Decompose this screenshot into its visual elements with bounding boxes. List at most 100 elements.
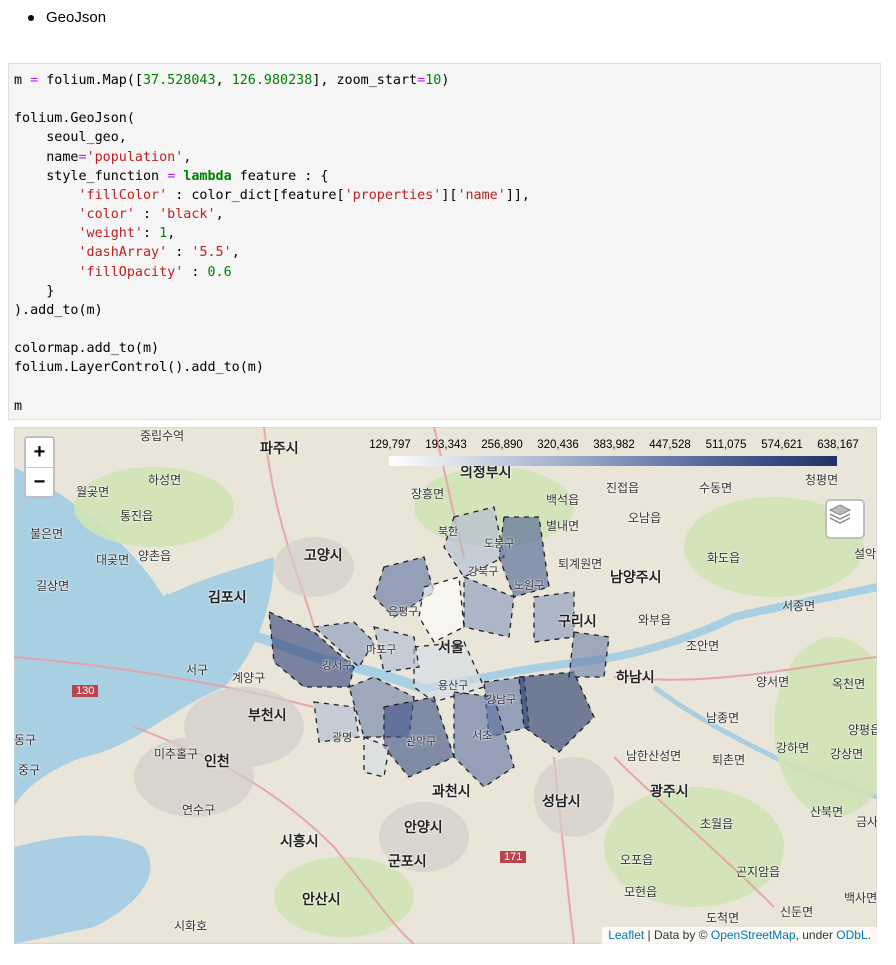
map-label: 진접읍: [606, 481, 640, 495]
map-label: 하남시: [616, 669, 655, 685]
legend-tick: 256,890: [481, 439, 523, 451]
code-line: }: [14, 283, 55, 299]
code-cell[interactable]: m = folium.Map([37.528043, 126.980238], …: [8, 63, 881, 420]
map-label: 서구: [186, 663, 209, 677]
map-label: 김포시: [208, 589, 247, 605]
map-label: 오포읍: [620, 853, 654, 867]
map-label: 미추홀구: [154, 747, 199, 761]
code-line: 'weight': 1,: [78, 226, 176, 242]
layer-control-button[interactable]: [825, 499, 865, 539]
map-label: 중구: [18, 763, 41, 777]
map-label: 대곶면: [96, 553, 130, 567]
map-label: 계양구: [232, 671, 266, 685]
map-label: 초월읍: [700, 817, 734, 831]
folium-map[interactable]: 중립수역 파주시 의정부시 하성면 월곶면 통진읍 장흥면 백석읍 진접읍 수동…: [14, 427, 877, 944]
map-label: 백사면: [844, 891, 877, 905]
colormap-legend: 129,797 193,343 256,890 320,436 383,982 …: [362, 439, 872, 471]
map-label: 통진읍: [120, 509, 154, 523]
route-shield: 171: [500, 851, 527, 863]
district-label: 북한: [438, 526, 459, 538]
code-text: m = folium.Map([37.528043, 126.980238], …: [9, 64, 880, 416]
map-label: 화도읍: [707, 551, 741, 565]
code-line: folium.LayerControl().add_to(m): [14, 360, 264, 376]
code-line: folium.GeoJson(: [14, 111, 135, 127]
legend-ticks: 129,797 193,343 256,890 320,436 383,982 …: [362, 439, 872, 451]
map-label: 장흥면: [411, 487, 445, 501]
zoom-in-button[interactable]: +: [26, 438, 53, 467]
map-label: 인천: [204, 753, 230, 769]
map-label: 부천시: [248, 707, 287, 723]
legend-tick: 320,436: [537, 439, 579, 451]
district-label: 은평구: [388, 606, 419, 618]
map-label: 파주시: [260, 440, 299, 456]
zoom-control: + −: [24, 436, 55, 498]
map-label: 시흥시: [280, 833, 319, 849]
code-line: colormap.add_to(m): [14, 341, 160, 357]
code-line: ).add_to(m): [14, 302, 103, 318]
map-label: 남한산성면: [626, 749, 682, 763]
map-label: 신둔면: [780, 905, 814, 919]
map-label: 산북면: [810, 805, 844, 819]
attribution-text: , under: [795, 928, 837, 942]
map-label: 구리시: [558, 613, 597, 629]
code-line: 'dashArray' : '5.5',: [78, 245, 240, 261]
map-label: 월곶면: [76, 485, 110, 499]
legend-tick: 638,167: [817, 439, 859, 451]
map-label: 하성면: [148, 473, 182, 487]
map-label: 양서면: [756, 675, 790, 689]
zoom-out-button[interactable]: −: [26, 467, 53, 497]
district-label: 강남구: [486, 694, 517, 706]
bullet-label: GeoJson: [46, 9, 107, 26]
code-line: seoul_geo,: [14, 130, 127, 146]
legend-tick: 193,343: [425, 439, 467, 451]
map-label: 퇴촌면: [712, 753, 746, 767]
openstreetmap-link[interactable]: OpenStreetMap: [711, 928, 796, 942]
district-label: 노원구: [514, 580, 545, 592]
district-label: 강서구: [322, 660, 353, 672]
map-label: 오남읍: [628, 511, 662, 525]
district-label: 서초: [472, 730, 493, 742]
map-label: 강하면: [776, 741, 810, 755]
district-label: 관악구: [406, 736, 437, 748]
district-label: 마포구: [366, 644, 397, 656]
route-shield: 130: [72, 685, 99, 697]
map-label: 광주시: [650, 783, 689, 799]
leaflet-link[interactable]: Leaflet: [608, 928, 644, 942]
map-label: 과천시: [432, 783, 471, 799]
map-label: 옥천면: [832, 677, 866, 691]
map-label: 군포시: [388, 853, 427, 869]
map-label: 연수구: [182, 803, 216, 817]
layers-icon: [828, 504, 852, 524]
code-line: m = folium.Map([37.528043, 126.980238], …: [14, 73, 450, 88]
map-label: 금사: [856, 815, 877, 829]
code-line: 'color' : 'black',: [78, 207, 224, 223]
map-label: 길상면: [36, 579, 70, 593]
map-label: 중립수역: [140, 429, 185, 443]
map-label: 양평읍: [848, 723, 877, 737]
district-label: 광명: [332, 732, 353, 744]
map-label: 양촌읍: [138, 549, 172, 563]
district-label: 서울: [438, 639, 464, 655]
map-label: 수동면: [699, 481, 733, 495]
legend-tick: 511,075: [705, 439, 747, 451]
map-label: 백석읍: [546, 493, 580, 507]
map-label: 시화호: [174, 919, 208, 933]
code-line: style_function = lambda feature : {: [14, 168, 329, 184]
map-label: 강상면: [830, 747, 864, 761]
map-label: 설악: [854, 547, 877, 561]
map-label: 곤지암읍: [736, 865, 781, 879]
map-label: 남종면: [706, 711, 740, 725]
map-label: 불은면: [30, 527, 64, 541]
map-label: 도척면: [706, 911, 740, 925]
attribution-text: .: [867, 928, 871, 942]
map-label: 청평면: [805, 473, 839, 487]
legend-tick: 129,797: [369, 439, 411, 451]
code-line: 'fillColor' : color_dict[feature['proper…: [78, 187, 531, 203]
legend-tick: 574,621: [761, 439, 803, 451]
legend-color-bar: [389, 456, 837, 466]
map-label: 성남시: [542, 793, 581, 809]
map-label: 서종면: [782, 599, 816, 613]
map-label: 퇴계원면: [558, 557, 603, 571]
odbl-link[interactable]: ODbL: [836, 928, 867, 942]
map-label: 별내면: [546, 519, 580, 533]
